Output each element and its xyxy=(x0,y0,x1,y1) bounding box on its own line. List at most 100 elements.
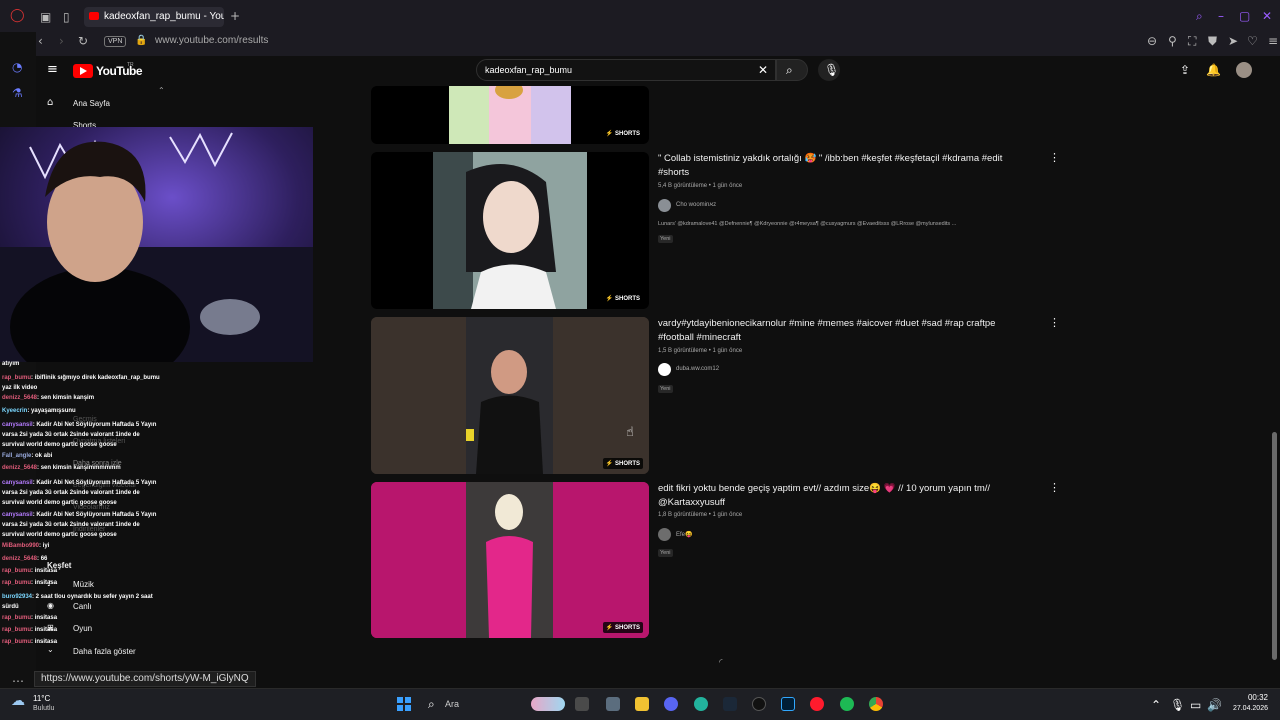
channel-avatar[interactable] xyxy=(658,528,671,541)
nav-item-gaming[interactable]: Oyun xyxy=(73,624,92,633)
youtube-favicon-icon xyxy=(89,12,99,20)
photoshop-icon[interactable] xyxy=(781,697,795,711)
volume-icon[interactable]: 🔊 xyxy=(1207,698,1222,712)
chat-line: canysansil: Kadir Abi Net Söylüyorum Haf… xyxy=(2,480,157,506)
youtube-logo-text[interactable]: YouTube xyxy=(96,64,143,78)
send-icon[interactable]: ➤ xyxy=(1228,34,1238,48)
discord-icon[interactable] xyxy=(664,697,678,711)
channel-name[interactable]: Cho woominאz xyxy=(676,202,716,208)
chevron-down-icon: ⌄ xyxy=(47,645,54,654)
webcam-overlay xyxy=(0,127,313,362)
task-view-icon[interactable] xyxy=(575,697,589,711)
taskbar-search-icon[interactable]: ⌕ xyxy=(428,697,435,711)
chrome-icon[interactable] xyxy=(869,697,883,711)
app-green-icon[interactable] xyxy=(694,697,708,711)
more-actions-icon[interactable]: ⋮ xyxy=(1049,481,1060,494)
page-scrollbar[interactable] xyxy=(1272,432,1277,660)
new-badge: Yeni xyxy=(658,549,673,557)
more-actions-icon[interactable]: ⋮ xyxy=(1049,316,1060,329)
result-thumbnail[interactable]: ⚡ SHORTS xyxy=(371,86,649,144)
extensions-icon[interactable]: ⚗ xyxy=(12,86,23,100)
minimize-icon[interactable]: – xyxy=(1218,9,1224,23)
clock-time[interactable]: 00:32 xyxy=(1236,693,1268,702)
result-thumbnail[interactable]: ⚡ SHORTS xyxy=(371,482,649,638)
pin-icon[interactable]: ⚲ xyxy=(1168,34,1177,48)
network-icon[interactable]: ▭ xyxy=(1190,698,1201,712)
new-badge: Yeni xyxy=(658,235,673,243)
search-input[interactable]: kadeoxfan_rap_bumu xyxy=(476,59,776,81)
result-title[interactable]: " Collab istemistiniz yakdık ortalığı 🥵 … xyxy=(658,152,1028,180)
lock-icon[interactable]: 🔒 xyxy=(135,34,147,48)
menu-icon[interactable]: ≡ xyxy=(1268,34,1278,48)
thumbnail-image xyxy=(433,152,587,309)
result-views: 5,4 B görüntüleme • 1 gün önce xyxy=(658,183,743,189)
tab-page-icon[interactable]: ▯ xyxy=(63,10,70,24)
clock-date[interactable]: 27.04.2026 xyxy=(1228,705,1268,712)
youtube-logo-icon[interactable] xyxy=(73,64,93,78)
channel-name[interactable]: duba.ww.com12 xyxy=(676,366,719,372)
result-title[interactable]: edit fikri yoktu bende geçiş yaptim evt/… xyxy=(658,482,1028,510)
weather-temp[interactable]: 11°C xyxy=(33,694,50,703)
channel-avatar[interactable] xyxy=(658,199,671,212)
obs-icon[interactable] xyxy=(752,697,766,711)
shorts-badge: ⚡ SHORTS xyxy=(602,458,643,469)
tray-overflow-icon[interactable]: ⌃ xyxy=(1151,698,1161,712)
file-explorer-icon[interactable] xyxy=(635,697,649,711)
chat-line: rap_bumu: insitasa xyxy=(2,580,58,586)
chat-line: rap_bumu: insitasa xyxy=(2,639,58,645)
close-window-icon[interactable]: ✕ xyxy=(1262,9,1272,23)
snapshot-icon[interactable]: ⛶ xyxy=(1188,34,1196,48)
result-thumbnail[interactable]: ⚡ SHORTS xyxy=(371,317,649,474)
cloud-icon[interactable]: ☁ xyxy=(11,694,25,708)
shield-icon[interactable]: ⛊ xyxy=(1208,34,1217,48)
hamburger-menu-icon[interactable]: ≡ xyxy=(47,63,58,77)
forward-icon[interactable]: › xyxy=(59,34,64,48)
result-views: 1,5 B görüntüleme • 1 gün önce xyxy=(658,348,743,354)
search-icon: ⌕ xyxy=(786,63,793,77)
nav-item-music[interactable]: Müzik xyxy=(73,580,94,589)
spotify-icon[interactable] xyxy=(840,697,854,711)
browser-tab-active[interactable]: kadeoxfan_rap_bumu - YouTube xyxy=(84,7,224,27)
search-tabs-icon[interactable]: ⌕ xyxy=(1196,9,1203,23)
more-actions-icon[interactable]: ⋮ xyxy=(1049,151,1060,164)
mouse-cursor-icon: ☝ xyxy=(626,425,634,440)
opera-gx-icon[interactable] xyxy=(810,697,824,711)
opera-logo-icon[interactable]: ◯ xyxy=(10,9,25,23)
shorts-badge: ⚡ SHORTS xyxy=(602,293,643,304)
avatar[interactable] xyxy=(1236,62,1252,78)
reload-icon[interactable]: ↻ xyxy=(78,34,88,48)
upload-icon[interactable]: ⇪ xyxy=(1180,63,1190,77)
tray-microphone-icon[interactable]: 🎙 xyxy=(1170,698,1185,712)
search-button[interactable]: ⌕ xyxy=(776,59,808,81)
widgets-icon[interactable] xyxy=(531,697,565,711)
steam-icon[interactable] xyxy=(723,697,737,711)
app-cube-icon[interactable] xyxy=(606,697,620,711)
heart-icon[interactable]: ♡ xyxy=(1247,34,1258,48)
zoom-icon[interactable]: ⊖ xyxy=(1147,34,1157,48)
taskbar-search-label[interactable]: Ara xyxy=(445,699,459,709)
maximize-icon[interactable]: ▢ xyxy=(1239,9,1250,23)
nav-item-home[interactable]: Ana Sayfa xyxy=(73,99,110,108)
clear-search-icon[interactable]: ✕ xyxy=(758,63,768,77)
back-icon[interactable]: ‹ xyxy=(38,34,43,48)
result-title[interactable]: vardy#ytdayibenionecikarnolur #mine #mem… xyxy=(658,317,1028,345)
windows-start-icon[interactable] xyxy=(397,697,411,711)
chat-line: buro92934: 2 saat tlou oynardık bu sefer… xyxy=(2,594,153,610)
chat-line: denizz_5648: 66 xyxy=(2,556,48,562)
result-thumbnail[interactable]: ⚡ SHORTS xyxy=(371,152,649,309)
aria-icon[interactable]: ◔ xyxy=(12,60,22,74)
more-icon[interactable]: ⋯ xyxy=(12,674,24,688)
channel-name[interactable]: Efe😝 xyxy=(676,531,692,538)
chevron-up-icon[interactable]: ⌃ xyxy=(158,84,165,98)
new-tab-icon[interactable]: + xyxy=(230,9,240,23)
chat-line: rap_bumu: insitasa xyxy=(2,568,58,574)
url-field[interactable]: www.youtube.com/results xyxy=(155,35,268,46)
nav-item-show-more[interactable]: Daha fazla göster xyxy=(73,647,136,656)
vpn-badge[interactable]: VPN xyxy=(104,36,127,47)
voice-search-button[interactable]: 🎙 xyxy=(818,59,840,81)
weather-desc[interactable]: Bulutlu xyxy=(33,705,54,712)
workspaces-icon[interactable]: ▣ xyxy=(40,10,51,24)
channel-avatar[interactable] xyxy=(658,363,671,376)
home-icon: ⌂ xyxy=(47,97,54,108)
notifications-bell-icon[interactable]: 🔔 xyxy=(1206,63,1221,77)
